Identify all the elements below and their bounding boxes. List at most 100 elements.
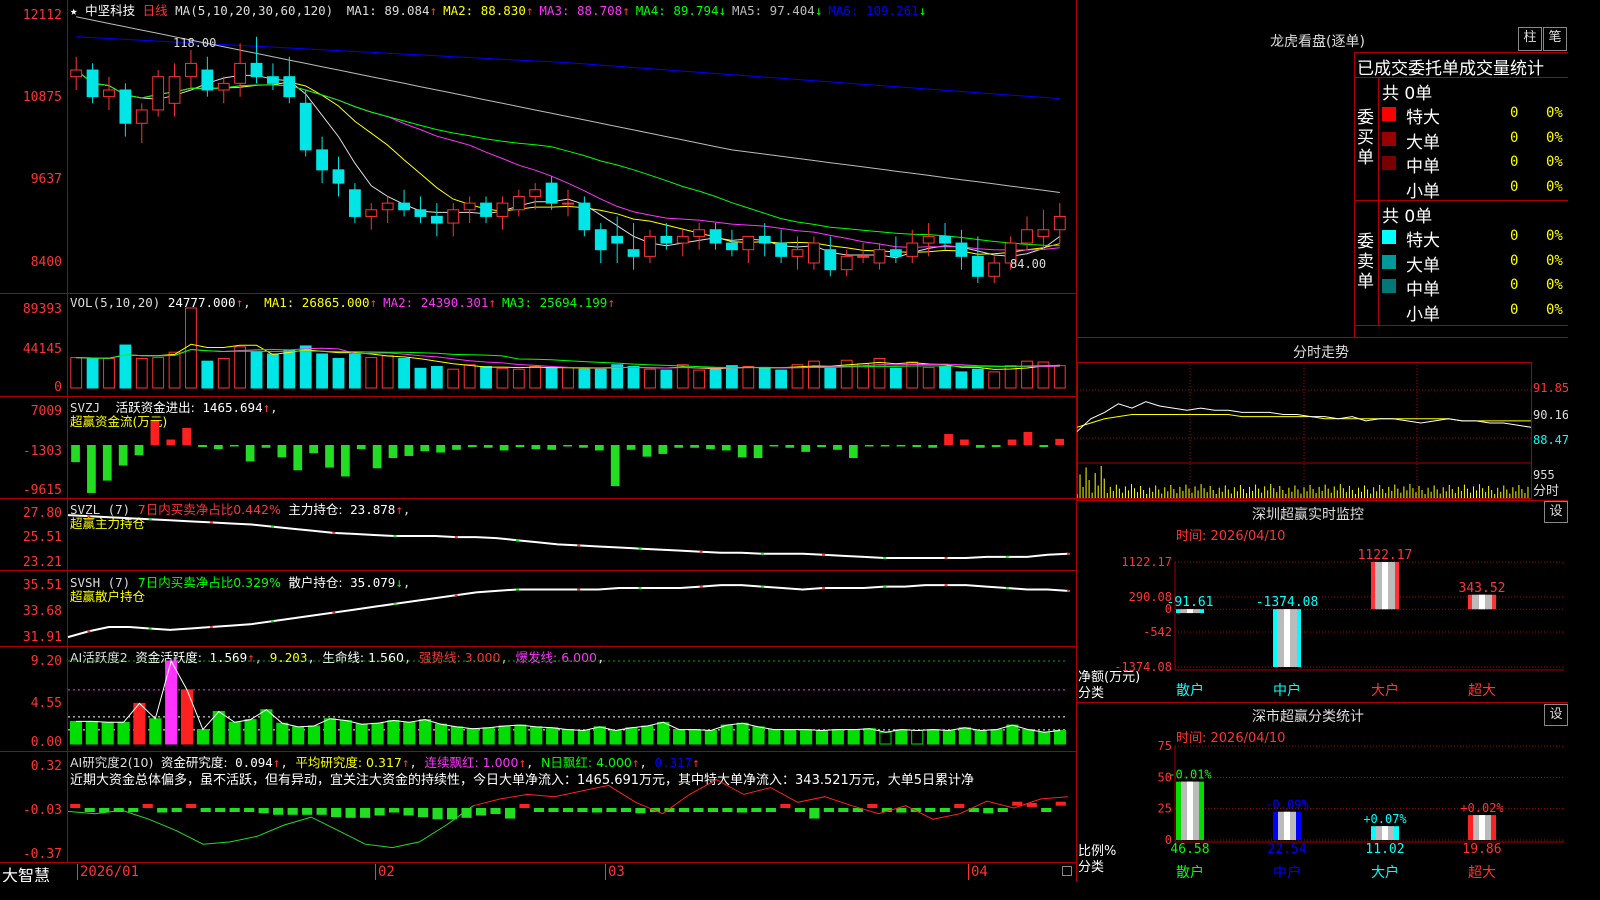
- class-bar-highlight: [1187, 781, 1193, 840]
- low-price-marker: 84.00: [1010, 257, 1046, 271]
- activity-bar: [673, 729, 686, 745]
- axis-tick-label: 8400: [30, 255, 62, 270]
- axis-tick-label: 35.51: [22, 578, 62, 593]
- fund-flow-bar: [499, 445, 509, 451]
- volume-bar: [86, 357, 99, 389]
- research-bar: [302, 808, 313, 815]
- sell-orders-label: 委卖单: [1357, 232, 1374, 292]
- holding-marker: [148, 518, 152, 521]
- activity-bar: [641, 725, 654, 745]
- holding-marker: [883, 556, 887, 559]
- retail-holding-chart[interactable]: [68, 571, 1076, 646]
- fund-flow-bar: [801, 445, 811, 452]
- volume-bar: [234, 346, 247, 389]
- candle: [594, 229, 607, 251]
- sz-class-xlabel: 分类: [1078, 860, 1105, 875]
- candle: [545, 182, 558, 204]
- candle: [447, 209, 460, 224]
- holding-marker: [87, 515, 91, 518]
- volume-bar: [250, 351, 263, 389]
- axis-tick-label: 44145: [22, 342, 62, 357]
- main-holding-chart[interactable]: [68, 499, 1076, 570]
- fund-flow-bar: [991, 445, 1001, 448]
- class-change-label: +0.02%: [1460, 801, 1504, 815]
- candlestick-chart[interactable]: 118.00 84.00: [68, 0, 1076, 293]
- fund-flow-bar: [721, 445, 731, 451]
- candle: [267, 76, 279, 84]
- buy-orders-label: 委买单: [1357, 108, 1374, 168]
- activity-bar: [942, 729, 956, 745]
- volume-bar: [676, 364, 689, 389]
- volume-bar: [627, 366, 640, 389]
- sz-monitor-chart[interactable]: 1122.17290.080-542-1374.08-91.61散户-1374.…: [1077, 540, 1568, 702]
- holding-marker: [515, 588, 519, 591]
- holding-marker: [822, 587, 826, 590]
- fund-flow-chart[interactable]: [68, 397, 1076, 498]
- candle: [512, 195, 525, 211]
- class-axis-label: 25: [1158, 802, 1172, 816]
- high-price-marker: 118.00: [173, 36, 216, 50]
- monitor-bar-label: 343.52: [1459, 581, 1506, 596]
- volume-bar: [857, 363, 869, 389]
- monitor-category-label: 中户: [1273, 682, 1301, 699]
- research-bar: [389, 808, 400, 813]
- bar-view-button[interactable]: 柱: [1518, 27, 1542, 51]
- volume-bar: [807, 360, 820, 389]
- research-bar: [867, 804, 878, 808]
- order-row: 大单 0 0%: [1380, 128, 1568, 153]
- intraday-chart[interactable]: 91.85 90.16 88.47 955 分时: [1077, 362, 1568, 500]
- research-bar: [794, 808, 805, 812]
- activity-bar: [85, 720, 98, 745]
- research-bar: [200, 808, 211, 812]
- holding-marker: [1067, 552, 1070, 555]
- activity-bar: [403, 721, 416, 745]
- order-pct: 0%: [1546, 129, 1563, 146]
- monitor-bar-highlight: [1284, 609, 1290, 667]
- research-bar: [620, 808, 632, 812]
- fund-flow-bar: [944, 434, 953, 445]
- class-bar-group: [1273, 811, 1301, 840]
- volume-bar: [217, 357, 230, 389]
- sz-class-chart[interactable]: 7550250-0.01%46.58散户-0.09%22.54中户+0.07%1…: [1077, 740, 1568, 882]
- ai-activity-chart[interactable]: [68, 647, 1076, 751]
- fund-flow-bar: [690, 445, 699, 448]
- research-bar: [548, 808, 559, 812]
- holding-marker: [577, 588, 581, 591]
- activity-bar: [990, 729, 1003, 745]
- lock-icon[interactable]: [1062, 866, 1072, 876]
- class-category-label: 超大: [1468, 865, 1496, 881]
- candle: [135, 109, 148, 124]
- research-bar: [678, 808, 690, 812]
- sz-class-settings-button[interactable]: 设: [1544, 704, 1568, 726]
- volume-bar: [988, 371, 1001, 389]
- intraday-axis-label: 91.85: [1533, 381, 1568, 395]
- fund-flow-bar: [912, 445, 922, 448]
- research-bar: [1041, 808, 1052, 812]
- candle: [234, 62, 247, 84]
- fund-flow-bar: [150, 421, 160, 445]
- tick-view-button[interactable]: 笔: [1543, 27, 1567, 51]
- research-bar: [751, 808, 762, 812]
- volume-chart[interactable]: [68, 294, 1076, 396]
- sz-monitor-settings-button[interactable]: 设: [1544, 501, 1568, 523]
- volume-bar: [332, 357, 345, 389]
- monitor-category-label: 散户: [1176, 682, 1204, 699]
- volume-bar: [955, 371, 968, 389]
- holding-marker: [1005, 555, 1009, 558]
- activity-bar: [292, 726, 305, 745]
- research-bar: [765, 808, 776, 812]
- ai-research-chart[interactable]: [68, 752, 1076, 862]
- axis-tick-label: -0.03: [22, 803, 62, 818]
- volume-bar: [726, 365, 738, 389]
- volume-bar: [365, 357, 378, 389]
- activity-bar: [546, 727, 559, 745]
- holding-marker: [271, 620, 275, 623]
- research-bar: [70, 804, 81, 808]
- fund-flow-bar: [817, 445, 826, 448]
- order-pct: 0%: [1546, 105, 1563, 121]
- activity-bar: [466, 728, 479, 745]
- volume-bar: [430, 366, 443, 389]
- volume-bar: [267, 353, 279, 389]
- research-bar: [591, 808, 603, 813]
- candle: [365, 209, 378, 217]
